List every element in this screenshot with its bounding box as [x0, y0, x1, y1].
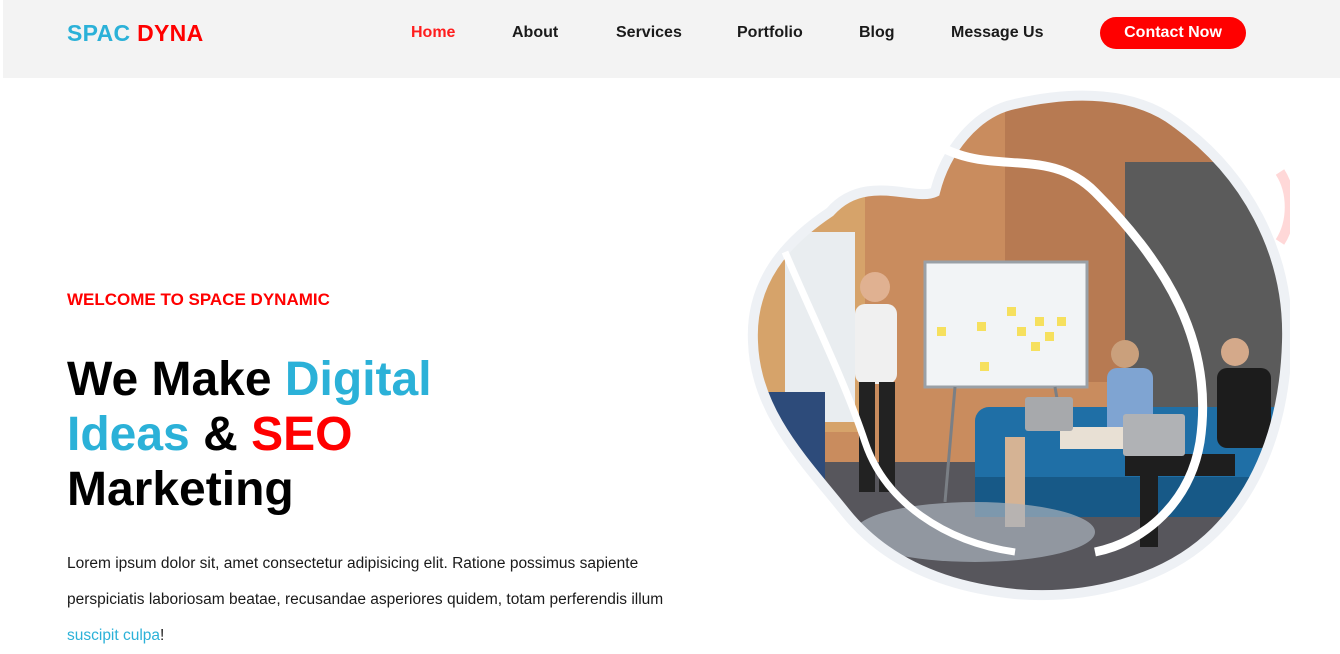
headline-word: &	[203, 408, 238, 461]
hero-eyebrow: WELCOME TO SPACE DYNAMIC	[67, 290, 330, 309]
nav-link-home[interactable]: Home	[411, 24, 455, 42]
logo-part-2: DYNA	[137, 20, 204, 46]
contact-now-button[interactable]: Contact Now	[1100, 17, 1246, 49]
headline-word-accent: SEO	[251, 408, 353, 461]
top-navbar: SPAC DYNA Home About Services Portfolio …	[3, 0, 1340, 78]
hero-headline: We Make Digital Ideas & SEO Marketing	[67, 352, 487, 517]
hero-intro: Lorem ipsum dolor sit, amet consectetur …	[67, 546, 697, 654]
intro-link[interactable]: suscipit culpa	[67, 627, 160, 644]
nav-link-message-us[interactable]: Message Us	[951, 24, 1044, 42]
headline-word-highlight: Digital	[284, 353, 432, 406]
headline-word: We Make	[67, 353, 272, 406]
logo-part-1: SPAC	[67, 20, 131, 46]
hero-image	[745, 82, 1290, 602]
nav-link-about[interactable]: About	[512, 24, 558, 42]
nav-link-blog[interactable]: Blog	[859, 24, 895, 42]
headline-word-highlight: Ideas	[67, 408, 190, 461]
office-meeting-illustration	[747, 90, 1290, 601]
nav-link-portfolio[interactable]: Portfolio	[737, 24, 803, 42]
site-logo[interactable]: SPAC DYNA	[67, 20, 203, 47]
headline-word: Marketing	[67, 463, 294, 516]
nav-link-services[interactable]: Services	[616, 24, 682, 42]
intro-text: Lorem ipsum dolor sit, amet consectetur …	[67, 555, 664, 608]
intro-end: !	[160, 627, 165, 644]
